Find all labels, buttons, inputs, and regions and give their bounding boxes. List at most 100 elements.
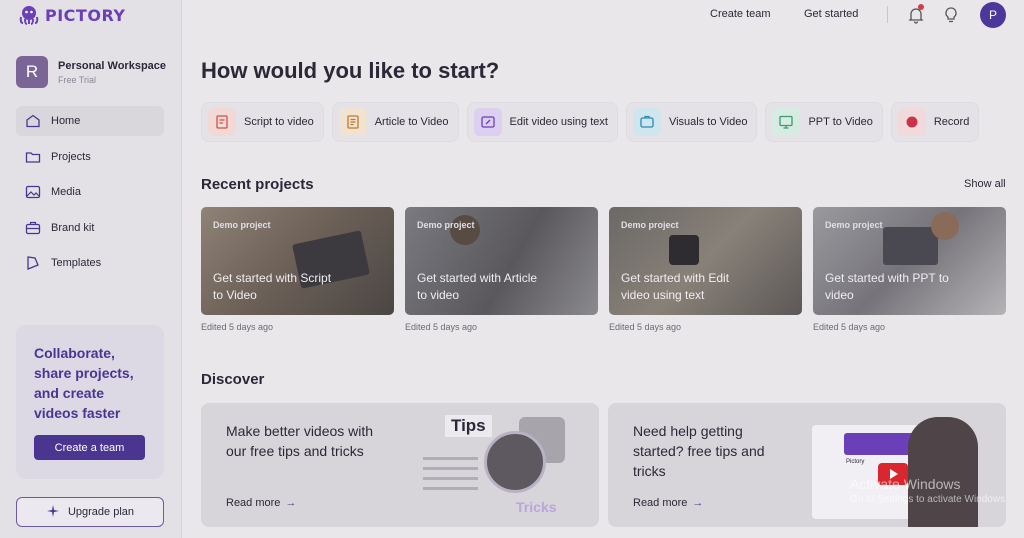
topbar-divider — [887, 6, 888, 23]
sidebar-item-label: Media — [51, 186, 81, 198]
article-icon — [338, 108, 367, 136]
app-name: PICTORY — [45, 5, 126, 25]
project-card[interactable]: Demo project Get started with Article to… — [405, 207, 598, 332]
start-option-label: PPT to Video — [808, 116, 873, 128]
script-to-video-button[interactable]: Script to video — [201, 102, 324, 142]
discover-card-help[interactable]: Need help getting started? free tips and… — [608, 403, 1006, 527]
edit-text-icon — [473, 108, 502, 136]
project-thumbnail: Demo project Get started with Edit video… — [609, 207, 802, 315]
home-icon — [25, 113, 41, 129]
sidebar-item-label: Home — [51, 115, 81, 127]
start-options: Script to video Article to Video Edit vi… — [201, 102, 980, 142]
read-more-label: Read more — [226, 497, 281, 509]
sidebar-nav: Home Projects Media Brand kit Templates — [16, 106, 164, 284]
ppt-to-video-button[interactable]: PPT to Video — [765, 102, 883, 142]
upgrade-plan-button[interactable]: Upgrade plan — [16, 497, 164, 527]
recent-projects-list: Demo project Get started with Script to … — [201, 207, 1006, 332]
record-icon — [897, 108, 926, 136]
project-thumbnail: Demo project Get started with Article to… — [405, 207, 598, 315]
arrow-right-icon: → — [692, 497, 704, 509]
edit-video-using-text-button[interactable]: Edit video using text — [466, 102, 618, 142]
project-caption: Get started with PPT to video — [825, 271, 949, 302]
template-icon — [25, 255, 41, 271]
octopus-logo-icon — [19, 6, 39, 25]
sidebar-item-home[interactable]: Home — [16, 106, 164, 136]
project-edited-time: Edited 5 days ago — [405, 322, 478, 332]
lightbulb-icon[interactable] — [942, 6, 960, 24]
tricks-label: Tricks — [516, 499, 557, 515]
folder-icon — [25, 149, 41, 165]
show-all-link[interactable]: Show all — [964, 178, 1006, 190]
briefcase-icon — [25, 220, 41, 236]
sidebar: PICTORY R Personal Workspace Free Trial … — [0, 0, 182, 538]
workspace-switcher[interactable]: R Personal Workspace Free Trial — [16, 56, 166, 88]
sidebar-item-projects[interactable]: Projects — [16, 142, 164, 172]
discover-list: Make better videos with our free tips an… — [201, 403, 1006, 527]
create-team-link[interactable]: Create team — [710, 8, 771, 20]
visuals-to-video-button[interactable]: Visuals to Video — [625, 102, 758, 142]
discover-card-title: Need help getting started? free tips and… — [633, 423, 765, 479]
workspace-plan: Free Trial — [58, 74, 97, 85]
project-caption: Get started with Script to Video — [213, 271, 332, 302]
recent-projects-title: Recent projects — [201, 176, 314, 193]
ppt-icon — [772, 108, 801, 136]
sidebar-item-label: Templates — [51, 257, 102, 269]
project-tag: Demo project — [417, 220, 475, 230]
watermark-line-2: Go to Settings to activate Windows. — [850, 494, 1008, 505]
image-icon — [25, 184, 41, 200]
project-card[interactable]: Demo project Get started with Script to … — [201, 207, 394, 332]
start-option-label: Visuals to Video — [668, 116, 748, 128]
project-edited-time: Edited 5 days ago — [609, 322, 682, 332]
discover-card-tips[interactable]: Make better videos with our free tips an… — [201, 403, 599, 527]
project-card[interactable]: Demo project Get started with Edit video… — [609, 207, 802, 332]
start-option-label: Record — [933, 116, 970, 128]
sidebar-item-brand-kit[interactable]: Brand kit — [16, 213, 164, 243]
laptop-illustration — [883, 227, 938, 265]
upgrade-plan-label: Upgrade plan — [67, 506, 135, 518]
notification-badge — [918, 4, 924, 10]
person-illustration — [931, 212, 959, 240]
project-edited-time: Edited 5 days ago — [813, 322, 886, 332]
project-edited-time: Edited 5 days ago — [201, 322, 274, 332]
collaborate-text: Collaborate, share projects, and create … — [34, 345, 134, 421]
project-caption: Get started with Edit video using text — [621, 271, 730, 302]
sidebar-item-label: Projects — [51, 150, 91, 163]
workspace-avatar: R — [16, 56, 48, 88]
start-option-label: Script to video — [244, 116, 314, 128]
create-a-team-button[interactable]: Create a team — [34, 435, 145, 460]
sidebar-item-media[interactable]: Media — [16, 177, 164, 207]
read-more-link[interactable]: Read more → — [226, 497, 296, 509]
sparkle-icon — [46, 504, 60, 521]
visuals-icon — [632, 108, 661, 136]
arrow-right-icon: → — [285, 497, 297, 509]
screenshot-app-name: Pictory — [846, 459, 865, 465]
discover-card-title: Make better videos with our free tips an… — [226, 423, 374, 459]
script-icon — [208, 108, 236, 136]
record-button[interactable]: Record — [890, 102, 980, 142]
project-caption: Get started with Article to video — [417, 271, 538, 302]
tips-label: Tips — [445, 415, 492, 437]
page-title: How would you like to start? — [201, 58, 500, 83]
presenter-avatar — [484, 431, 546, 493]
pictory-logo[interactable]: PICTORY — [18, 5, 125, 25]
project-tag: Demo project — [825, 220, 883, 230]
watermark-line-1: Activate Windows — [850, 476, 961, 492]
discover-title: Discover — [201, 371, 265, 388]
presenter-photo — [908, 417, 978, 527]
project-thumbnail: Demo project Get started with Script to … — [201, 207, 394, 315]
project-thumbnail: Demo project Get started with PPT to vid… — [813, 207, 1006, 315]
project-tag: Demo project — [213, 220, 271, 230]
camera-illustration — [669, 235, 699, 265]
project-card[interactable]: Demo project Get started with PPT to vid… — [813, 207, 1006, 332]
article-to-video-button[interactable]: Article to Video — [331, 102, 459, 142]
start-option-label: Edit video using text — [509, 116, 608, 128]
collaborate-card: Collaborate, share projects, and create … — [16, 325, 164, 479]
sidebar-item-templates[interactable]: Templates — [16, 248, 164, 278]
sidebar-item-label: Brand kit — [51, 221, 95, 234]
user-avatar[interactable]: P — [980, 2, 1006, 28]
project-tag: Demo project — [621, 220, 679, 230]
start-option-label: Article to Video — [374, 116, 449, 128]
windows-activation-watermark: Activate Windows Go to Settings to activ… — [850, 476, 1008, 508]
read-more-link[interactable]: Read more → — [633, 497, 703, 509]
get-started-link[interactable]: Get started — [804, 8, 858, 20]
